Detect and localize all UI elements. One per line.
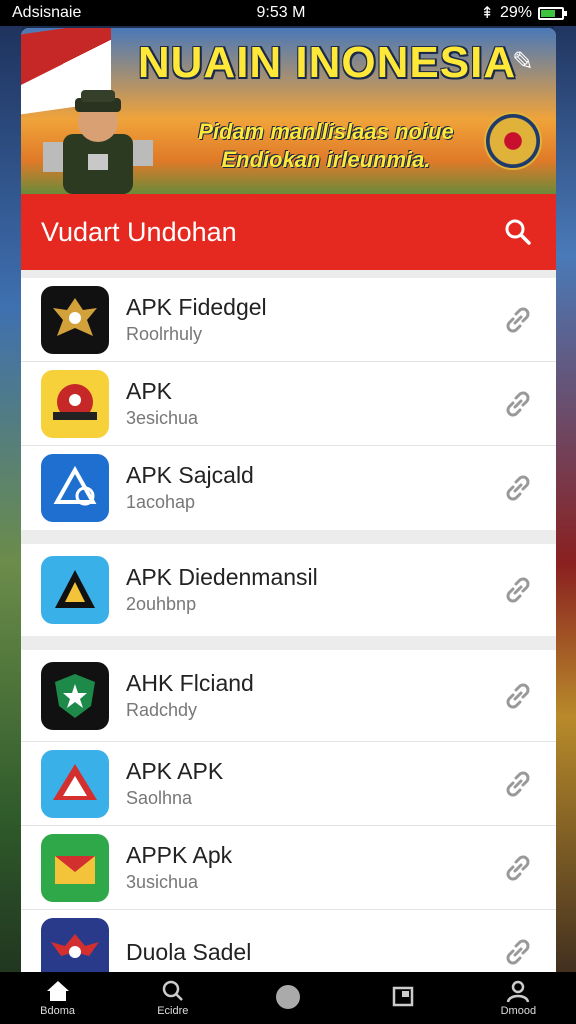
item-subtitle: 2ouhbnp — [126, 594, 197, 614]
shield-star-icon — [41, 661, 109, 730]
promo-banner[interactable]: NUAIN INONESIA Pidam manllislaas noiue E… — [21, 28, 556, 194]
search-icon — [505, 219, 531, 245]
app-window: NUAIN INONESIA Pidam manllislaas noiue E… — [21, 28, 556, 972]
list-item[interactable]: APK Fidedgel Roolrhuly — [21, 278, 556, 362]
mountain-app-icon — [41, 556, 109, 624]
nav-profile[interactable]: Dmood — [478, 979, 558, 1017]
link-button[interactable] — [500, 302, 536, 338]
green-envelope-icon — [41, 833, 109, 902]
item-title: APK — [126, 377, 173, 404]
search-icon — [162, 980, 183, 1001]
item-subtitle: Radchdy — [126, 699, 198, 720]
link-button[interactable] — [500, 572, 536, 608]
battery-percent: 29% — [499, 4, 532, 21]
page-title: Vudart Undohan — [41, 216, 237, 247]
item-subtitle: 3usichua — [126, 871, 199, 892]
link-button[interactable] — [500, 934, 536, 970]
eagle-emblem-icon — [41, 918, 109, 972]
link-icon — [506, 855, 530, 880]
apk-list: APK Fidedgel Roolrhuly APK 3esichua APK … — [21, 278, 556, 972]
link-icon — [506, 307, 530, 332]
banner-subtitle: Pidam manllislaas noiue Endiokan irleunm… — [198, 119, 454, 172]
app-header: Vudart Undohan — [21, 194, 556, 270]
link-button[interactable] — [500, 678, 536, 714]
clock: 9:53 M — [256, 4, 306, 21]
link-button[interactable] — [500, 386, 536, 422]
carrier-label: Adsisnaie — [12, 4, 82, 21]
home-icon — [46, 981, 69, 1001]
nav-search-label: Ecidre — [157, 1005, 189, 1017]
link-button[interactable] — [500, 766, 536, 802]
item-title: AHK Flciand — [126, 669, 254, 696]
link-button[interactable] — [500, 470, 536, 506]
item-title: APK Diedenmansil — [126, 564, 318, 590]
nav-home-label: Bdoma — [40, 1005, 76, 1017]
item-subtitle: Roolrhuly — [126, 323, 203, 344]
nav-home[interactable]: Bdoma — [18, 979, 98, 1017]
list-item[interactable]: APK 3esichua — [21, 362, 556, 446]
item-subtitle: 1acohap — [126, 492, 196, 512]
profile-icon — [507, 980, 530, 1003]
wrench-icon[interactable]: ✎ — [512, 46, 544, 78]
soldier-illustration — [43, 90, 153, 194]
battery-icon — [537, 6, 567, 20]
status-bar: Adsisnaie 9:53 M ⇞ 29% — [0, 0, 576, 26]
link-icon — [506, 771, 530, 796]
circle-button-icon — [275, 985, 300, 1009]
nav-profile-label: Dmood — [500, 1005, 537, 1017]
link-icon — [506, 391, 530, 416]
list-item[interactable]: Duola Sadel — [21, 910, 556, 972]
list-item[interactable]: APK Diedenmansil 2ouhbnp — [21, 544, 556, 636]
list-item[interactable]: APK Sajcald 1acohap — [21, 446, 556, 530]
background-scenery-left — [0, 0, 22, 1024]
item-title: APPK Apk — [126, 841, 233, 868]
link-icon — [506, 939, 530, 965]
item-title: APK Fidedgel — [126, 293, 267, 320]
link-button[interactable] — [500, 850, 536, 886]
search-button[interactable] — [500, 214, 536, 250]
triangle-app-icon — [41, 454, 109, 522]
item-title: APK APK — [126, 757, 224, 784]
bottom-navigation: Bdoma Ecidre Dmood — [0, 972, 576, 1024]
square-icon — [392, 986, 414, 1007]
item-subtitle: Saolhna — [126, 787, 193, 808]
nav-search[interactable]: Ecidre — [133, 979, 213, 1017]
signal-icon: ⇞ — [480, 5, 494, 22]
garuda-emblem-icon — [41, 285, 109, 354]
item-subtitle: 3esichua — [126, 407, 199, 428]
list-group: APK Diedenmansil 2ouhbnp — [21, 544, 556, 636]
link-icon — [506, 577, 530, 603]
list-group: APK Fidedgel Roolrhuly APK 3esichua APK … — [21, 278, 556, 530]
item-title: APK Sajcald — [126, 462, 254, 488]
background-scenery-right — [554, 0, 576, 1024]
badge-emblem-icon — [41, 369, 109, 438]
list-item[interactable]: APPK Apk 3usichua — [21, 826, 556, 910]
list-group: AHK Flciand Radchdy APK APK Saolhna APPK… — [21, 650, 556, 972]
garuda-seal-icon — [484, 112, 542, 170]
list-item[interactable]: AHK Flciand Radchdy — [21, 650, 556, 742]
banner-title: NUAIN INONESIA — [137, 38, 517, 87]
red-triangle-icon — [41, 749, 109, 818]
link-icon — [506, 683, 530, 708]
nav-center[interactable] — [248, 983, 328, 1013]
item-title: Duola Sadel — [126, 939, 252, 965]
link-icon — [506, 475, 530, 501]
nav-recent[interactable] — [363, 985, 443, 1011]
list-item[interactable]: APK APK Saolhna — [21, 742, 556, 826]
